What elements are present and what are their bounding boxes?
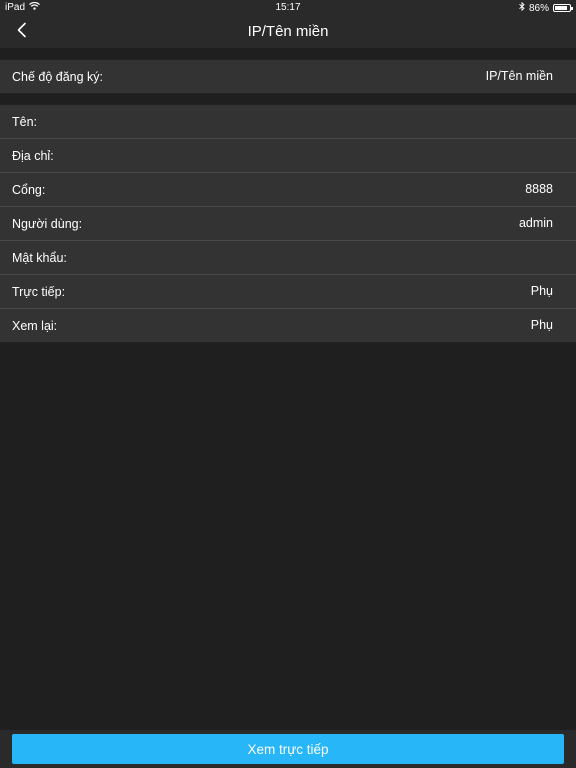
- live-stream-row[interactable]: Trực tiếp: Phụ: [0, 275, 576, 309]
- registration-mode-value: IP/Tên miền: [485, 69, 553, 83]
- address-row[interactable]: Địa chỉ:: [0, 139, 576, 173]
- device-fields-section: Tên: Địa chỉ: Cổng: 8888 Người dùng: adm…: [0, 104, 576, 343]
- bluetooth-icon: [519, 1, 525, 14]
- username-row[interactable]: Người dùng: admin: [0, 207, 576, 241]
- status-right: 86%: [519, 1, 573, 14]
- registration-mode-label: Chế độ đăng ký:: [12, 70, 104, 84]
- live-stream-value: Phụ: [530, 284, 553, 298]
- registration-section: Chế độ đăng ký: IP/Tên miền: [0, 59, 576, 94]
- registration-mode-row[interactable]: Chế độ đăng ký: IP/Tên miền: [0, 60, 576, 93]
- port-row[interactable]: Cổng: 8888: [0, 173, 576, 207]
- port-label: Cổng:: [12, 183, 46, 197]
- username-value: admin: [518, 216, 553, 230]
- password-row[interactable]: Mật khẩu:: [0, 241, 576, 275]
- start-live-view-button[interactable]: Xem trực tiếp: [12, 734, 564, 764]
- device-config-screen: iPad 15:17 86% IP/Tên miền Chế độ đăng k…: [0, 0, 576, 768]
- page-title: IP/Tên miền: [247, 23, 329, 40]
- bottom-action-bar: Xem trực tiếp: [0, 730, 576, 768]
- name-label: Tên:: [12, 115, 38, 129]
- password-label: Mật khẩu:: [12, 251, 67, 265]
- name-row[interactable]: Tên:: [0, 105, 576, 139]
- status-time: 15:17: [275, 2, 301, 13]
- playback-stream-value: Phụ: [530, 318, 553, 332]
- battery-percent: 86%: [528, 2, 549, 14]
- playback-stream-label: Xem lại:: [12, 319, 58, 333]
- live-stream-label: Trực tiếp:: [12, 285, 66, 299]
- status-bar: iPad 15:17 86%: [0, 0, 576, 16]
- port-value: 8888: [525, 182, 553, 196]
- address-label: Địa chỉ:: [12, 149, 54, 163]
- username-label: Người dùng:: [12, 217, 83, 231]
- playback-stream-row[interactable]: Xem lại: Phụ: [0, 309, 576, 342]
- battery-level-fill: [555, 6, 567, 10]
- navigation-bar: IP/Tên miền: [0, 16, 576, 48]
- battery-icon: [553, 4, 573, 12]
